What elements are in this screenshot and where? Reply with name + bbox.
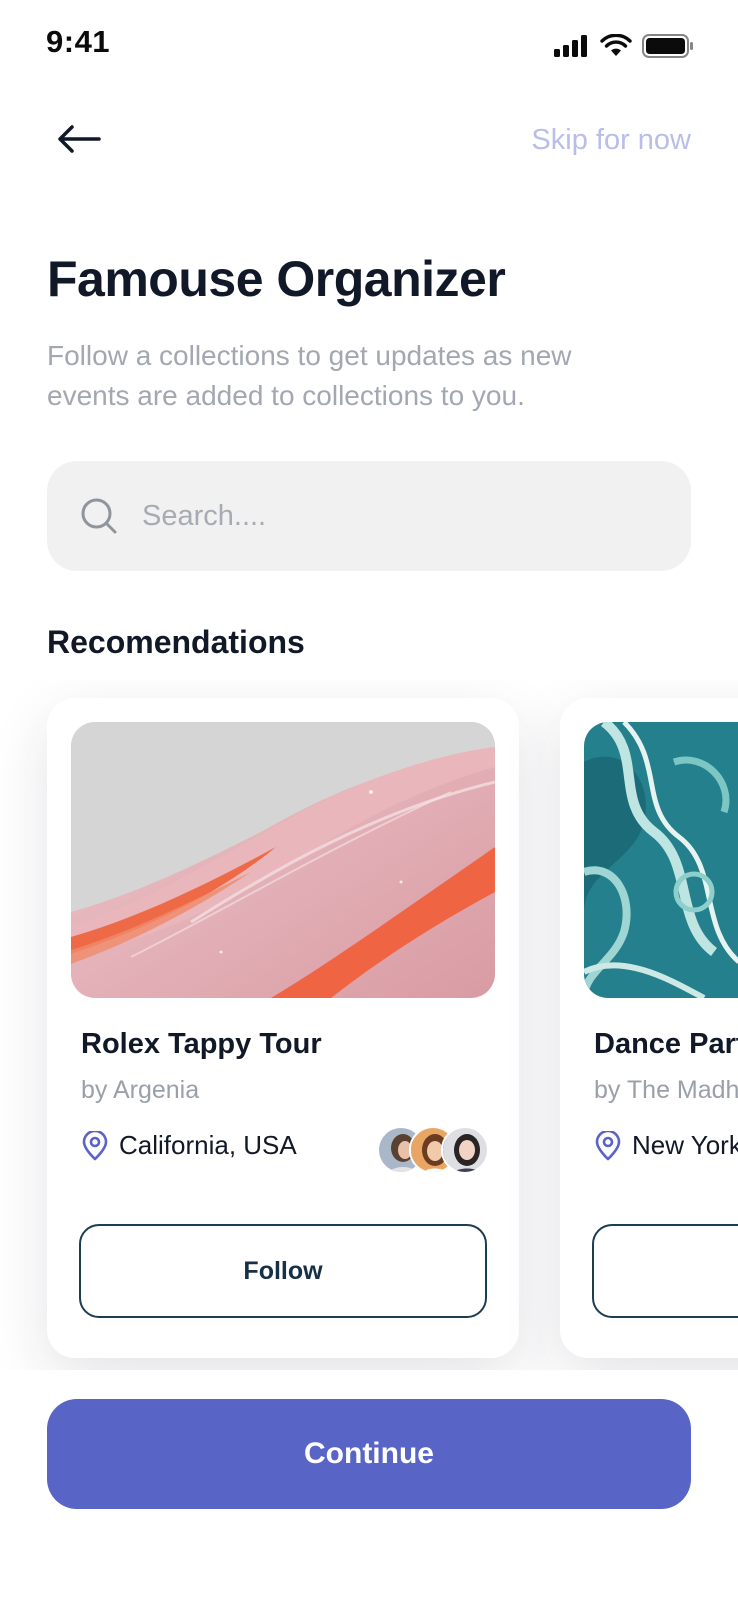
follower-avatars <box>377 1126 489 1174</box>
skip-for-now-link[interactable]: Skip for now <box>531 124 691 157</box>
follow-button[interactable]: Follow <box>79 1224 487 1318</box>
status-icons <box>554 33 694 63</box>
search-box[interactable] <box>47 461 691 571</box>
search-icon <box>80 497 118 535</box>
battery-icon <box>642 34 694 63</box>
arrow-left-icon <box>57 124 101 159</box>
card-location: California, USA <box>81 1130 297 1161</box>
continue-button[interactable]: Continue <box>47 1399 691 1509</box>
card-title: Rolex Tappy Tour <box>81 1028 322 1060</box>
avatar <box>441 1126 489 1174</box>
card-title: Dance Part <box>594 1028 738 1060</box>
wifi-icon <box>600 33 632 63</box>
card-organizer: by Argenia <box>81 1076 200 1104</box>
back-button[interactable] <box>54 120 104 162</box>
signal-icon <box>554 35 590 62</box>
location-text: New York, <box>632 1130 738 1160</box>
card-image <box>584 722 738 998</box>
page-subtitle: Follow a collections to get updates as n… <box>47 340 572 411</box>
location-pin-icon <box>81 1130 109 1161</box>
follow-button[interactable] <box>592 1224 738 1318</box>
status-bar: 9:41 <box>0 0 738 90</box>
card-location: New York, <box>594 1130 738 1161</box>
search-input[interactable] <box>142 499 642 533</box>
organizer-card[interactable]: Dance Part by The Madh New York, <box>560 698 738 1358</box>
status-time: 9:41 <box>46 24 111 59</box>
location-pin-icon <box>594 1130 622 1161</box>
recommendations-carousel[interactable]: Rolex Tappy Tour by Argenia California, … <box>0 680 738 1370</box>
organizer-card[interactable]: Rolex Tappy Tour by Argenia California, … <box>47 698 519 1358</box>
card-image <box>71 722 495 998</box>
recommendations-title: Recomendations <box>47 624 305 660</box>
card-organizer: by The Madh <box>594 1076 738 1104</box>
location-text: California, USA <box>119 1130 297 1160</box>
page-title: Famouse Organizer <box>47 251 506 307</box>
